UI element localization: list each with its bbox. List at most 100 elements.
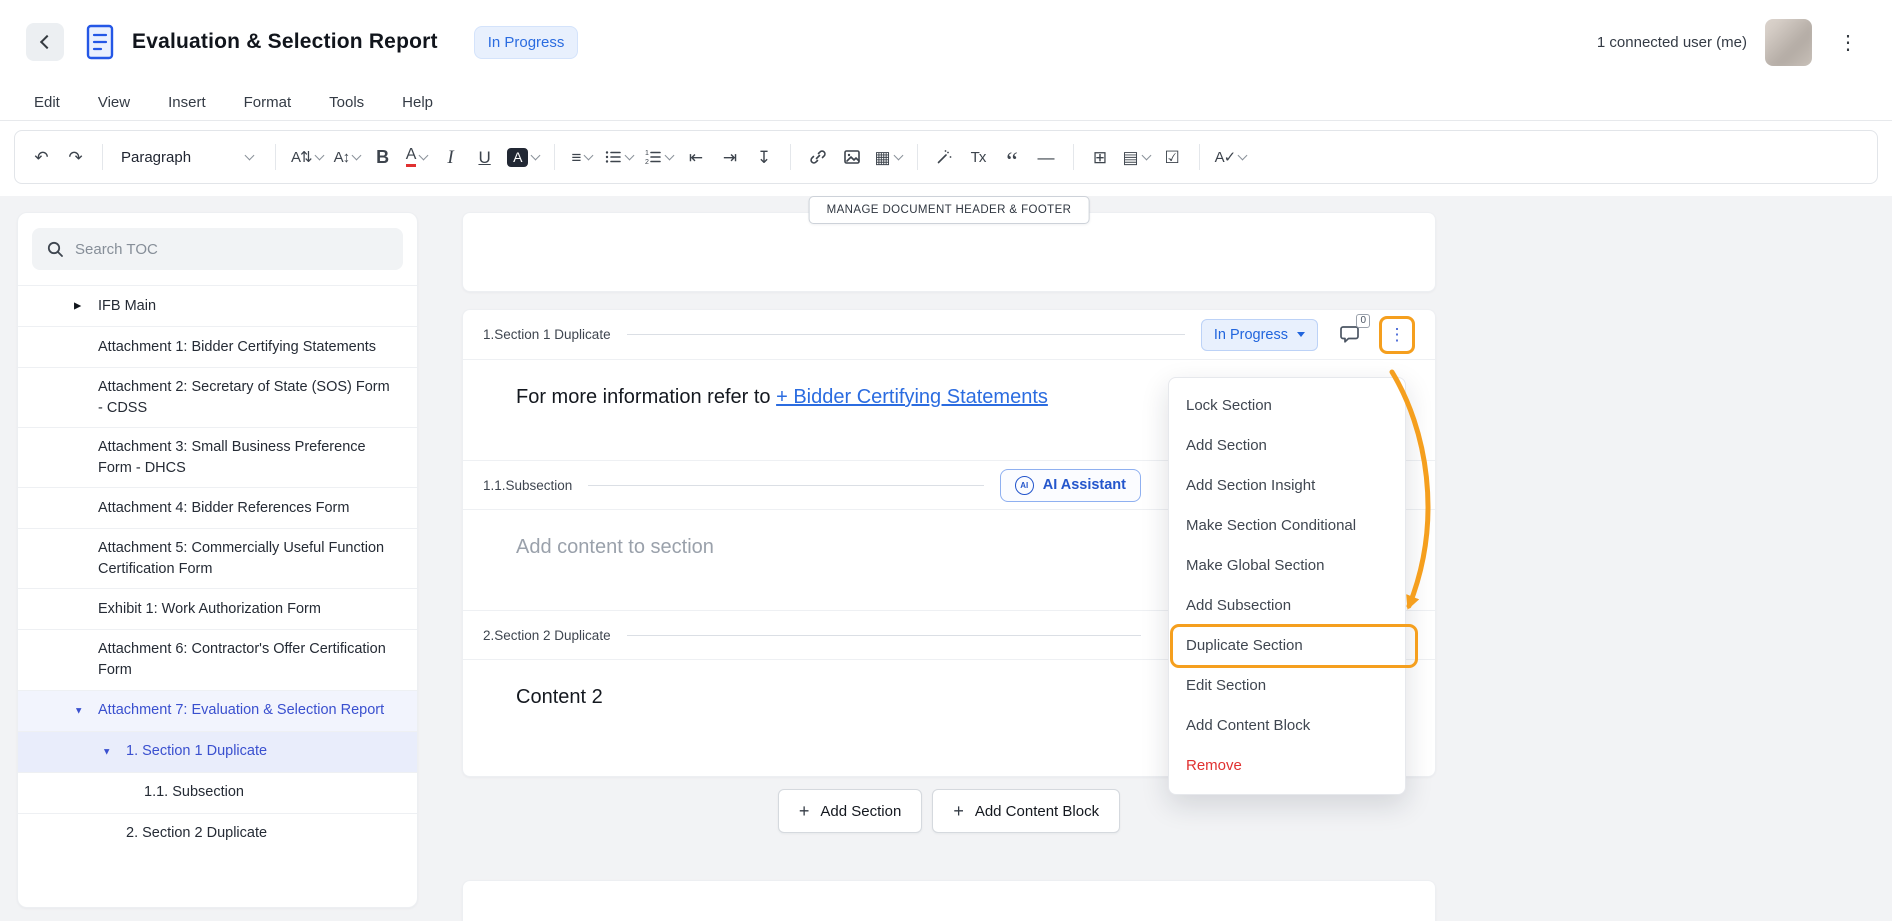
- insert-image-button[interactable]: [835, 138, 868, 176]
- context-menu-item[interactable]: Remove: [1169, 746, 1405, 786]
- insert-table-button[interactable]: ▦: [869, 138, 906, 176]
- add-content-block-label: Add Content Block: [975, 803, 1099, 820]
- toc-tree-item[interactable]: Attachment 1: Bidder Certifying Statemen…: [18, 326, 417, 367]
- horizontal-rule-button[interactable]: —: [1030, 138, 1063, 176]
- toc-sidebar: IFB Main Attachment 1: Bidder Certifying…: [17, 212, 418, 908]
- header-kebab-menu-button[interactable]: ⋮: [1830, 26, 1866, 59]
- context-menu-item[interactable]: Make Section Conditional: [1169, 506, 1405, 546]
- bold-button[interactable]: B: [366, 138, 399, 176]
- app-window: Evaluation & Selection Report In Progres…: [0, 0, 1892, 921]
- toc-tree-item[interactable]: Attachment 6: Contractor's Offer Certifi…: [18, 629, 417, 689]
- section-leader-line: [627, 635, 1141, 636]
- ai-assistant-button[interactable]: AI AI Assistant: [1000, 469, 1141, 502]
- context-menu-item[interactable]: Add Subsection: [1169, 586, 1405, 626]
- comments-button[interactable]: 0: [1336, 321, 1363, 348]
- underline-button[interactable]: U: [468, 138, 501, 176]
- redo-button[interactable]: ↷: [59, 138, 92, 176]
- toc-tree-item[interactable]: Attachment 4: Bidder References Form: [18, 487, 417, 528]
- indent-button[interactable]: ⇥: [713, 138, 746, 176]
- menu-item[interactable]: Help: [402, 94, 433, 111]
- italic-button[interactable]: I: [434, 138, 467, 176]
- toc-tree-item[interactable]: IFB Main: [18, 285, 417, 326]
- add-content-block-button[interactable]: + Add Content Block: [932, 789, 1120, 833]
- manage-header-footer-button[interactable]: MANAGE DOCUMENT HEADER & FOOTER: [809, 196, 1090, 224]
- align-button[interactable]: ≡: [565, 138, 598, 176]
- insert-below-button[interactable]: ↧: [747, 138, 780, 176]
- clear-formatting-button[interactable]: Tx: [962, 138, 995, 176]
- context-menu-item[interactable]: Edit Section: [1169, 666, 1405, 706]
- context-menu-item[interactable]: Add Section Insight: [1169, 466, 1405, 506]
- toolbar-divider: [102, 144, 103, 170]
- section-2-label: 2.Section 2 Duplicate: [483, 628, 611, 643]
- menu-item[interactable]: View: [98, 94, 130, 111]
- toc-item-label: Attachment 7: Evaluation & Selection Rep…: [98, 700, 384, 721]
- undo-button[interactable]: ↶: [25, 138, 58, 176]
- section-status-value: In Progress: [1214, 327, 1288, 343]
- line-height-icon: A↕: [334, 150, 350, 165]
- review-check-button[interactable]: ☑: [1156, 138, 1189, 176]
- chevron-down-icon: [1238, 150, 1248, 160]
- horizontal-rule-icon: —: [1038, 149, 1055, 166]
- blockquote-button[interactable]: “: [996, 138, 1029, 176]
- chevron-down-icon: [314, 150, 324, 160]
- add-block-icon: ⊞: [1093, 149, 1107, 166]
- chevron-down-icon: [893, 150, 903, 160]
- context-menu-item[interactable]: Lock Section: [1169, 386, 1405, 426]
- toc-item-label: Exhibit 1: Work Authorization Form: [98, 599, 321, 620]
- context-menu-item[interactable]: Duplicate Section: [1169, 626, 1405, 666]
- insert-below-icon: ↧: [757, 149, 771, 166]
- paragraph-style-value: Paragraph: [121, 149, 191, 166]
- section-status-dropdown[interactable]: In Progress: [1201, 319, 1318, 351]
- link-icon: [809, 148, 827, 166]
- magic-wand-icon: [935, 148, 953, 166]
- toc-tree-item[interactable]: Attachment 5: Commercially Useful Functi…: [18, 528, 417, 588]
- toc-tree-item[interactable]: 1. Section 1 Duplicate: [18, 731, 417, 772]
- toc-tree-item[interactable]: Attachment 3: Small Business Preference …: [18, 427, 417, 487]
- toc-tree-item[interactable]: 2. Section 2 Duplicate: [18, 813, 417, 854]
- spellcheck-button[interactable]: A✓: [1210, 138, 1252, 176]
- document-status-badge: In Progress: [474, 26, 579, 59]
- chevron-down-icon: [245, 150, 255, 160]
- ai-icon: AI: [1015, 476, 1034, 495]
- subsection-label: 1.1.Subsection: [483, 478, 572, 493]
- chevron-down-icon: [352, 150, 362, 160]
- menu-item[interactable]: Edit: [34, 94, 60, 111]
- section-1-label: 1.Section 1 Duplicate: [483, 327, 611, 342]
- add-section-button[interactable]: + Add Section: [778, 789, 922, 833]
- text-color-button[interactable]: A: [400, 138, 433, 176]
- toolbar-divider: [275, 144, 276, 170]
- menu-item[interactable]: Tools: [329, 94, 364, 111]
- toc-search-input[interactable]: [75, 241, 389, 258]
- context-menu-item[interactable]: Add Section: [1169, 426, 1405, 466]
- toolbar-divider: [1073, 144, 1074, 170]
- toc-tree-item[interactable]: Exhibit 1: Work Authorization Form: [18, 588, 417, 629]
- magic-format-button[interactable]: [928, 138, 961, 176]
- toc-item-label: Attachment 6: Contractor's Offer Certifi…: [98, 639, 395, 680]
- template-button[interactable]: ▤: [1118, 138, 1155, 176]
- menu-item[interactable]: Format: [244, 94, 292, 111]
- toc-tree-item[interactable]: Attachment 7: Evaluation & Selection Rep…: [18, 690, 417, 731]
- add-block-button[interactable]: ⊞: [1084, 138, 1117, 176]
- menu-item[interactable]: Insert: [168, 94, 206, 111]
- toc-tree-item[interactable]: 1.1. Subsection: [18, 772, 417, 813]
- caret-down-icon: [1297, 332, 1305, 337]
- back-button[interactable]: [26, 23, 64, 61]
- section-kebab-menu-button[interactable]: ⋮: [1383, 324, 1412, 345]
- highlight-color-button[interactable]: A: [502, 138, 544, 176]
- numbered-list-button[interactable]: 1 2: [639, 138, 678, 176]
- toc-tree-item[interactable]: Attachment 2: Secretary of State (SOS) F…: [18, 367, 417, 427]
- document-footer-area[interactable]: [462, 880, 1436, 921]
- font-size-button[interactable]: A⇅: [286, 138, 328, 176]
- bidder-certifying-statements-link[interactable]: + Bidder Certifying Statements: [776, 386, 1048, 408]
- line-height-button[interactable]: A↕: [329, 138, 366, 176]
- menu-bar: Edit View Insert Format Tools Help: [0, 84, 1892, 121]
- context-menu-item[interactable]: Make Global Section: [1169, 546, 1405, 586]
- context-menu-item[interactable]: Add Content Block: [1169, 706, 1405, 746]
- outdent-button[interactable]: ⇤: [679, 138, 712, 176]
- bullet-list-button[interactable]: [599, 138, 638, 176]
- paragraph-style-dropdown[interactable]: Paragraph: [113, 138, 265, 176]
- user-avatar[interactable]: [1765, 19, 1812, 66]
- document-header-area[interactable]: [462, 212, 1436, 292]
- link-button[interactable]: [801, 138, 834, 176]
- chevron-down-icon: [419, 150, 429, 160]
